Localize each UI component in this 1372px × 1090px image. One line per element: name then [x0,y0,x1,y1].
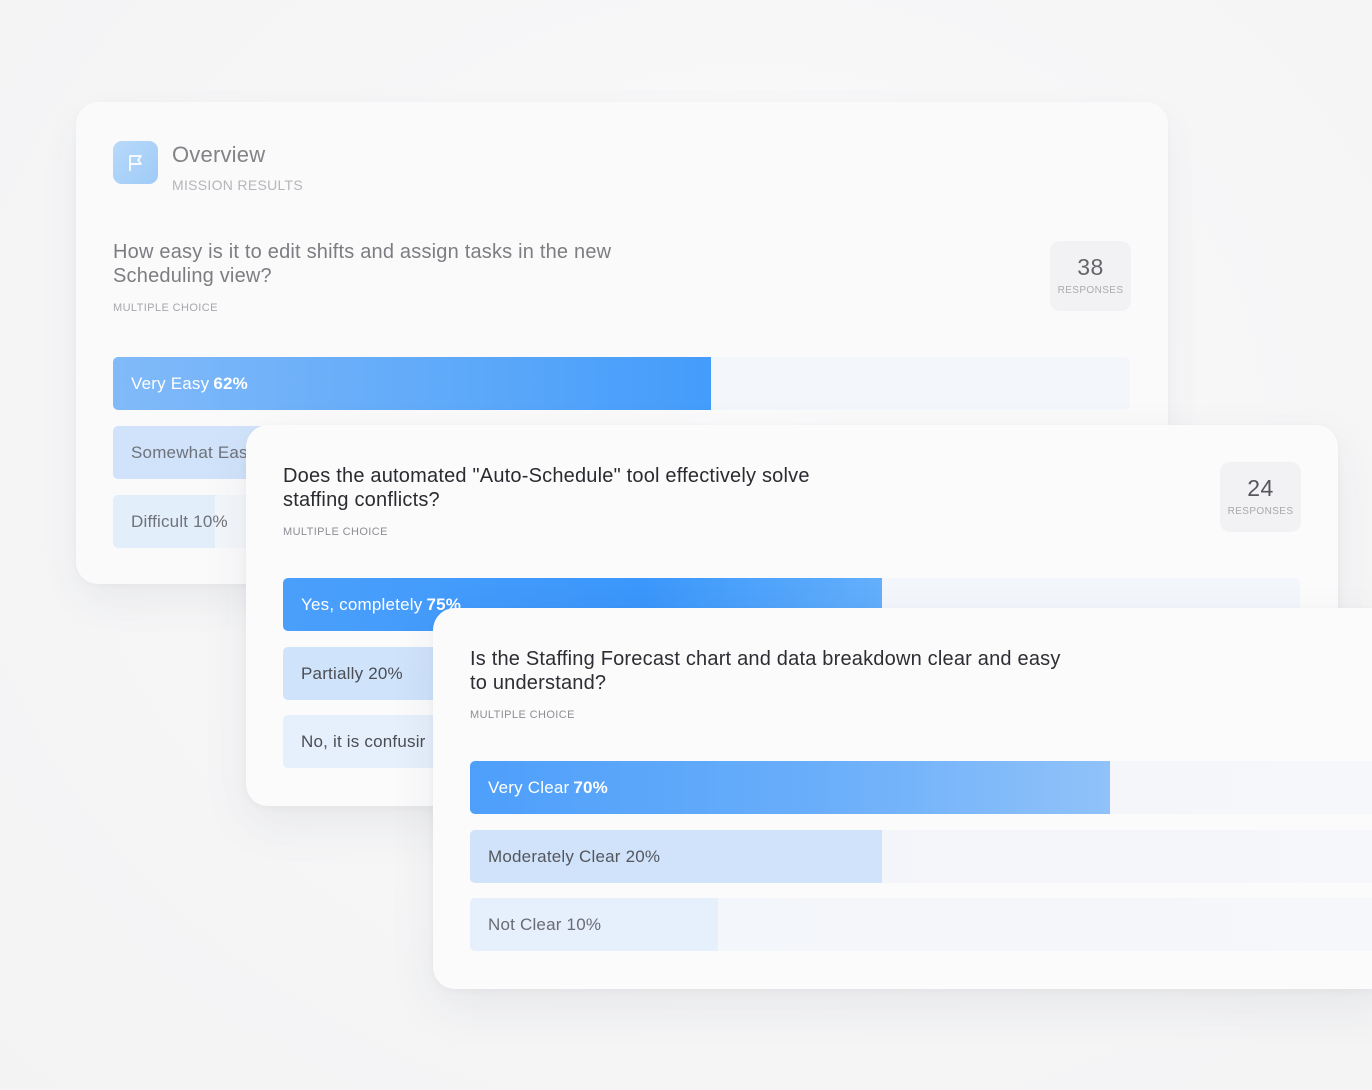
question-text: Is the Staffing Forecast chart and data … [470,648,1061,694]
answer-bar[interactable]: Moderately Clear 20% [470,830,1372,883]
answer-bar[interactable]: Very Clear 70% [470,761,1372,814]
question-type: MULTIPLE CHOICE [470,709,575,721]
responses-badge: 24 RESPONSES [1220,462,1301,532]
question-type: MULTIPLE CHOICE [283,526,388,538]
question-block: Is the Staffing Forecast chart and data … [470,647,1070,727]
responses-label: RESPONSES [1057,285,1124,296]
answer-text: No, it is confusir [301,732,426,751]
answer-text: Difficult [131,512,189,531]
answer-label: Somewhat Eas [131,426,248,479]
answer-text: Partially [301,664,364,683]
answer-text: Very Easy [131,374,210,393]
answer-text: Moderately Clear [488,847,621,866]
question-block: Does the automated "Auto-Schedule" tool … [283,464,863,544]
answer-percent: 20% [625,847,661,866]
survey-card-staffing-forecast: Is the Staffing Forecast chart and data … [433,608,1372,989]
question-text: How easy is it to edit shifts and assign… [113,241,612,287]
answer-bar[interactable]: Very Easy 62% [113,357,1130,410]
answer-text: Very Clear [488,778,570,797]
answer-percent: 70% [573,778,608,797]
answer-percent: 10% [566,915,602,934]
answer-label: Very Easy 62% [131,357,248,410]
answer-bar[interactable]: Not Clear 10% [470,898,1372,951]
answer-label: Moderately Clear 20% [488,830,660,883]
question-type: MULTIPLE CHOICE [113,302,218,314]
answer-label: No, it is confusir [301,715,426,768]
responses-label: RESPONSES [1227,506,1294,517]
answer-text: Not Clear [488,915,562,934]
responses-count: 24 [1247,475,1274,501]
question-block: How easy is it to edit shifts and assign… [113,240,693,320]
responses-badge: 38 RESPONSES [1050,241,1131,311]
answer-percent: 62% [213,374,248,393]
answer-text: Somewhat Eas [131,443,248,462]
answer-label: Partially 20% [301,647,403,700]
flag-icon [113,141,158,184]
answer-percent: 10% [193,512,228,531]
responses-count: 38 [1077,254,1104,280]
answer-text: Yes, completely [301,595,423,614]
answer-label: Very Clear 70% [488,761,608,814]
question-text: Does the automated "Auto-Schedule" tool … [283,465,810,511]
answer-percent: 20% [368,664,403,683]
page-title: Overview [172,142,266,167]
page-subtitle: MISSION RESULTS [172,177,304,193]
answer-label: Not Clear 10% [488,898,601,951]
card-header: Overview MISSION RESULTS [113,141,303,193]
answer-label: Difficult 10% [131,495,228,548]
